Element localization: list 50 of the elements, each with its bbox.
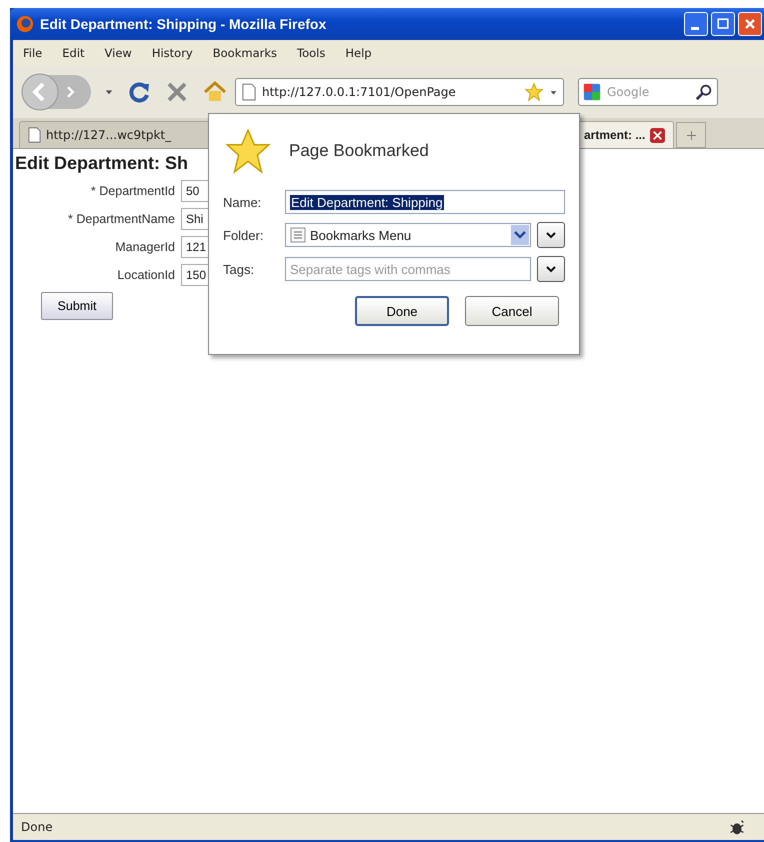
- popup-title: Page Bookmarked: [289, 141, 429, 161]
- menu-item[interactable]: File: [23, 46, 42, 60]
- stop-icon[interactable]: [165, 80, 189, 104]
- page-icon: [242, 83, 256, 101]
- search-engine-icon[interactable]: [583, 83, 601, 101]
- star-icon[interactable]: [524, 82, 544, 102]
- search-icon[interactable]: [695, 83, 713, 101]
- field-label: LocationId: [116, 268, 175, 282]
- expand-button[interactable]: [537, 222, 565, 248]
- done-button[interactable]: Done: [355, 296, 449, 326]
- page-heading: Edit Department: Sh: [15, 153, 190, 174]
- reload-icon[interactable]: [127, 80, 151, 104]
- menu-item[interactable]: View: [104, 46, 132, 60]
- back-forward-control[interactable]: [23, 75, 91, 109]
- menu-item[interactable]: Tools: [297, 46, 326, 60]
- home-icon[interactable]: [203, 80, 227, 104]
- dropdown-arrow-icon[interactable]: [105, 88, 113, 96]
- field-label: * DepartmentName: [67, 212, 175, 226]
- field-label: ManagerId: [114, 240, 175, 254]
- maximize-icon: [715, 16, 731, 32]
- close-icon[interactable]: [650, 128, 666, 142]
- new-tab-button[interactable]: [676, 122, 706, 148]
- name-field[interactable]: Edit Department: Shipping: [285, 190, 565, 214]
- submit-button[interactable]: Submit: [41, 292, 113, 320]
- menu-item[interactable]: Help: [345, 46, 372, 60]
- cancel-button[interactable]: Cancel: [465, 296, 559, 326]
- field-label: Tags:: [223, 262, 256, 276]
- minimize-icon: [690, 26, 698, 30]
- field-label: * DepartmentId: [90, 184, 175, 198]
- menu-item[interactable]: History: [152, 46, 193, 60]
- plus-icon: [686, 130, 696, 140]
- star-icon: [223, 126, 273, 176]
- close-button[interactable]: [738, 12, 762, 36]
- maximize-button[interactable]: [711, 12, 735, 36]
- page-icon: [28, 127, 41, 143]
- browser-logo-icon: [16, 15, 34, 33]
- dropdown-arrow-icon[interactable]: [550, 88, 557, 96]
- minimize-button[interactable]: [684, 12, 708, 36]
- folder-dropdown[interactable]: Bookmarks Menu: [285, 223, 531, 247]
- status-text: Done: [21, 820, 53, 834]
- address-field[interactable]: http://127.0.0.1:7101/OpenPage: [235, 78, 564, 106]
- bug-icon[interactable]: [728, 818, 746, 836]
- window-title: Edit Department: Shipping - Mozilla Firefox: [40, 16, 328, 32]
- menu-item[interactable]: Edit: [62, 46, 85, 60]
- caret-icon[interactable]: [511, 225, 529, 245]
- expand-button[interactable]: [537, 256, 565, 282]
- field-label: Folder:: [223, 228, 264, 242]
- field-label: Name:: [223, 194, 262, 210]
- list-icon: [290, 227, 306, 243]
- menu-item[interactable]: Bookmarks: [212, 46, 277, 60]
